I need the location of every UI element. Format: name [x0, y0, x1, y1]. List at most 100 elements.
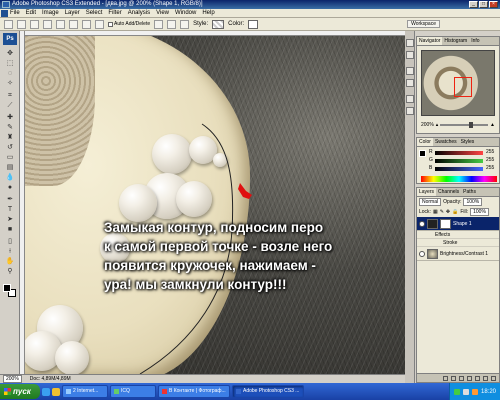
task-vkontakte[interactable]: В Контакте | Фотограф...: [158, 385, 230, 398]
checkbox-box[interactable]: [108, 21, 113, 27]
tab-swatches[interactable]: Swatches: [433, 138, 459, 146]
fill-field[interactable]: 100%: [470, 208, 489, 216]
style-picker[interactable]: [212, 19, 225, 29]
healing-brush-tool-icon[interactable]: ✚: [4, 113, 16, 123]
lock-all-icon[interactable]: 🔒: [452, 209, 458, 215]
fill-pixels-icon[interactable]: [43, 19, 52, 29]
tab-histogram[interactable]: Histogram: [442, 37, 469, 45]
stroke-effect-row[interactable]: Stroke: [417, 239, 499, 247]
quick-launch-folder-icon[interactable]: [52, 387, 60, 396]
path-intersect-icon[interactable]: [180, 19, 190, 29]
visibility-eye-icon[interactable]: [419, 220, 425, 227]
channel-r-value[interactable]: 255: [486, 149, 494, 155]
brush-tool-icon[interactable]: ✎: [4, 123, 16, 133]
slice-tool-icon[interactable]: ⟋: [4, 101, 16, 111]
dodge-tool-icon[interactable]: ●: [4, 183, 16, 193]
crop-tool-icon[interactable]: ⌗: [4, 91, 16, 101]
zoom-tool-icon[interactable]: ⚲: [4, 267, 16, 277]
shape-tool-icon[interactable]: ■: [4, 225, 16, 235]
notes-tool-icon[interactable]: ▯: [4, 237, 16, 247]
channel-b-value[interactable]: 255: [486, 165, 494, 171]
trash-icon[interactable]: [491, 375, 496, 381]
history-brush-tool-icon[interactable]: ↺: [4, 143, 16, 153]
clone-source-panel-icon[interactable]: [406, 79, 414, 87]
visibility-eye-icon[interactable]: [419, 250, 425, 257]
navigator-zoom-slider[interactable]: [440, 121, 489, 128]
maximize-button[interactable]: □: [479, 1, 488, 8]
horizontal-ruler[interactable]: [20, 31, 405, 36]
quick-launch-ie-icon[interactable]: [42, 387, 50, 396]
tray-icq-icon[interactable]: [453, 388, 460, 395]
vertical-ruler[interactable]: [20, 31, 25, 374]
layer-style-icon[interactable]: [451, 375, 456, 381]
eyedropper-tool-icon[interactable]: ⟊: [4, 247, 16, 257]
task-icq[interactable]: ICQ: [110, 385, 156, 398]
pen-tool-icon[interactable]: ✒: [4, 195, 16, 205]
shape-layers-icon[interactable]: [17, 19, 26, 29]
menu-help[interactable]: Help: [202, 10, 214, 16]
red-channel-slider[interactable]: [435, 151, 483, 155]
task-internet[interactable]: 2 Internet...: [62, 385, 108, 398]
effects-row[interactable]: Effects: [417, 231, 499, 239]
vector-mask-thumbnail[interactable]: [440, 218, 451, 229]
opacity-field[interactable]: 100%: [463, 198, 483, 206]
gradient-tool-icon[interactable]: ▤: [4, 163, 16, 173]
layer-shape-1[interactable]: Shape 1: [417, 217, 499, 231]
lasso-tool-icon[interactable]: ◌: [4, 69, 16, 79]
foreground-color-swatch[interactable]: [3, 284, 11, 292]
lock-transparent-icon[interactable]: ▦: [433, 209, 438, 215]
ellipse-shape-icon[interactable]: [95, 19, 104, 29]
blend-mode-dropdown[interactable]: Normal: [419, 198, 442, 206]
blue-channel-slider[interactable]: [435, 167, 483, 171]
menu-image[interactable]: Image: [42, 10, 59, 16]
menu-edit[interactable]: Edit: [26, 10, 36, 16]
color-spectrum-bar[interactable]: [421, 176, 497, 182]
lock-position-icon[interactable]: ✥: [446, 209, 450, 215]
layer-name[interactable]: Brightness/Contrast 1: [440, 251, 488, 257]
link-layers-icon[interactable]: [443, 375, 448, 381]
document-canvas[interactable]: Замыкая контур, подносим перо к самой пе…: [20, 31, 405, 374]
zoom-in-icon[interactable]: ▲: [490, 122, 495, 128]
clone-stamp-tool-icon[interactable]: ♜: [4, 133, 16, 143]
path-subtract-icon[interactable]: [167, 19, 177, 29]
task-photoshop[interactable]: Adobe Photoshop CS3 ...: [232, 385, 304, 398]
tab-paths[interactable]: Paths: [461, 188, 478, 196]
paragraph-panel-icon[interactable]: [406, 107, 414, 115]
zoom-level-field[interactable]: 200%: [3, 375, 22, 383]
eraser-tool-icon[interactable]: ▭: [4, 153, 16, 163]
blur-tool-icon[interactable]: 💧: [4, 173, 16, 183]
pen-preset-icon[interactable]: [4, 19, 13, 29]
tray-network-icon[interactable]: [471, 388, 478, 395]
menu-window[interactable]: Window: [175, 10, 196, 16]
path-combine-icon[interactable]: [154, 19, 164, 29]
path-selection-tool-icon[interactable]: ➤: [4, 215, 16, 225]
tab-color[interactable]: Color: [417, 138, 433, 146]
menu-view[interactable]: View: [156, 10, 169, 16]
layer-name[interactable]: Shape 1: [453, 221, 472, 227]
navigator-zoom-value[interactable]: 200%: [421, 122, 434, 128]
zoom-slider-knob[interactable]: [468, 121, 473, 128]
move-tool-icon[interactable]: ✥: [4, 49, 16, 59]
tab-styles[interactable]: Styles: [459, 138, 477, 146]
clock[interactable]: 18:20: [481, 389, 496, 395]
type-tool-icon[interactable]: T: [4, 205, 16, 215]
auto-add-delete-checkbox[interactable]: Auto Add/Delete: [108, 21, 150, 27]
marquee-tool-icon[interactable]: ⬚: [4, 59, 16, 69]
history-panel-icon[interactable]: [406, 39, 414, 47]
add-mask-icon[interactable]: [459, 375, 464, 381]
layer-brightness-contrast[interactable]: Brightness/Contrast 1: [417, 247, 499, 261]
hand-tool-icon[interactable]: ✋: [4, 257, 16, 267]
menu-analysis[interactable]: Analysis: [128, 10, 150, 16]
tab-layers[interactable]: Layers: [417, 188, 437, 196]
green-channel-slider[interactable]: [435, 159, 483, 163]
workspace-dropdown[interactable]: Workspace: [407, 20, 440, 28]
tray-volume-icon[interactable]: [462, 388, 469, 395]
channel-g-value[interactable]: 255: [486, 157, 494, 163]
freeform-pen-icon[interactable]: [69, 19, 78, 29]
zoom-out-icon[interactable]: ▴: [436, 122, 439, 128]
ps-menu-icon[interactable]: [1, 10, 8, 17]
tab-channels[interactable]: Channels: [436, 188, 461, 196]
adjustment-layer-icon[interactable]: [467, 375, 472, 381]
color-panel-foreground-swatch[interactable]: [419, 150, 426, 157]
new-group-icon[interactable]: [475, 375, 480, 381]
